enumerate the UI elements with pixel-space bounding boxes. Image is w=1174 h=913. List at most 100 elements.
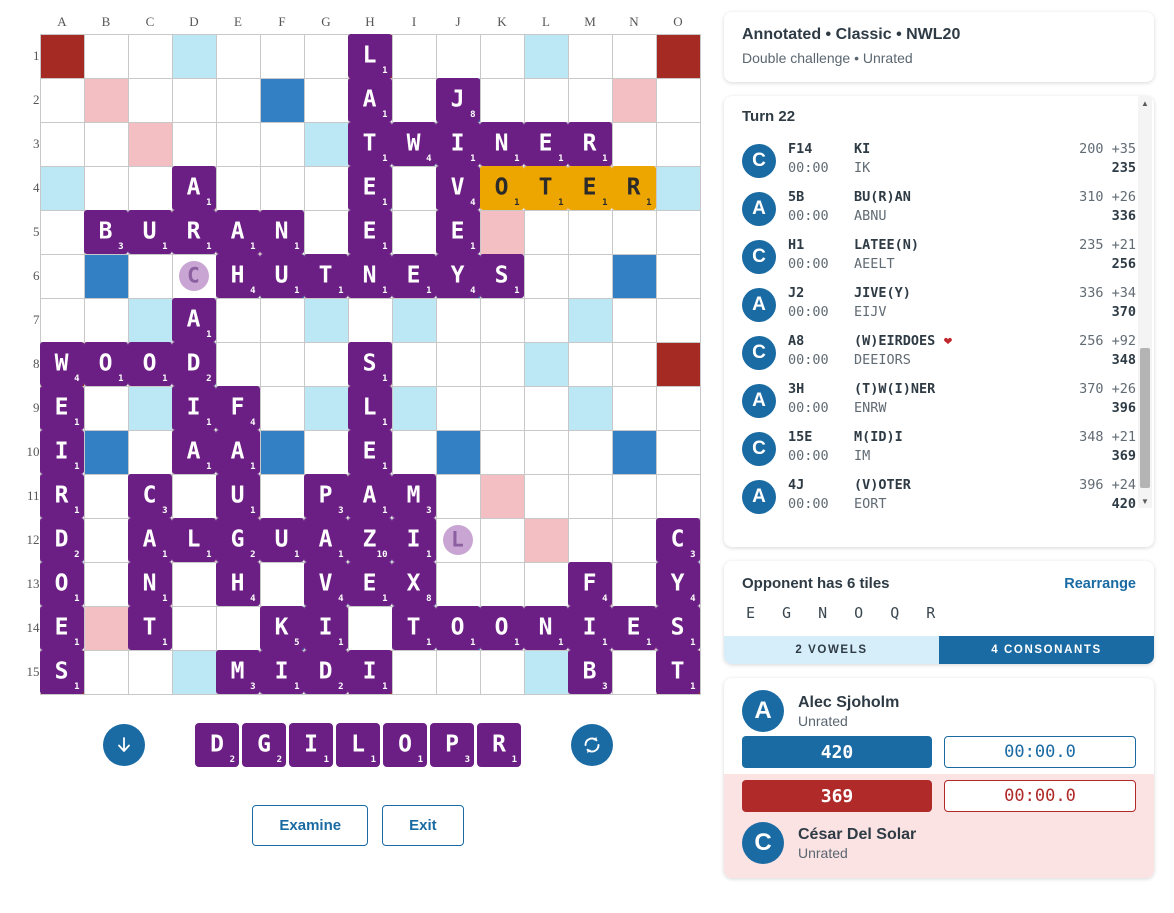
board-square-N8[interactable]: [611, 341, 657, 387]
board-tile-C8[interactable]: O1: [127, 341, 172, 386]
board-tile-M3[interactable]: R1: [567, 121, 612, 166]
board-tile-H15[interactable]: I1: [347, 649, 392, 694]
board-square-K2[interactable]: [479, 77, 525, 123]
board-square-N5[interactable]: [611, 209, 657, 255]
board-square-L13[interactable]: [523, 561, 569, 607]
board-square-L9[interactable]: [523, 385, 569, 431]
board-tile-I3[interactable]: W4: [391, 121, 436, 166]
move-row[interactable]: C A8 00:00 (W)EIRDOES ❤ DEEIORS 256 +92 348: [742, 327, 1136, 375]
board-tile-C14[interactable]: T1: [127, 605, 172, 650]
move-row[interactable]: A 3H 00:00 (T)W(I)NER ENRW 370 +26 396: [742, 375, 1136, 423]
board-square-F9[interactable]: [259, 385, 305, 431]
board-square-I9[interactable]: [391, 385, 437, 431]
board-tile-O15[interactable]: T1: [655, 649, 700, 694]
board-tile-E15[interactable]: M3: [215, 649, 260, 694]
board-tile-A15[interactable]: S1: [39, 649, 84, 694]
board-tile-J4[interactable]: V4: [435, 165, 480, 210]
board-square-B3[interactable]: [83, 121, 129, 167]
board-tile-M14[interactable]: I1: [567, 605, 612, 650]
board-tile-D5[interactable]: R1: [171, 209, 216, 254]
rack-tile-G[interactable]: G2: [242, 723, 286, 767]
board-square-N12[interactable]: [611, 517, 657, 563]
board-tile-D4[interactable]: A1: [171, 165, 216, 210]
board-square-I11[interactable]: M3: [391, 473, 437, 519]
board-square-G9[interactable]: [303, 385, 349, 431]
board-square-N14[interactable]: E1: [611, 605, 657, 651]
board-tile-H12[interactable]: Z 10: [347, 517, 392, 562]
board-tile-H1[interactable]: L1: [347, 33, 392, 78]
board-square-M1[interactable]: [567, 33, 613, 79]
board-square-J15[interactable]: [435, 649, 481, 695]
board-square-J2[interactable]: J8: [435, 77, 481, 123]
board-tile-A11[interactable]: R1: [39, 473, 84, 518]
board-square-B10[interactable]: [83, 429, 129, 475]
board-square-G10[interactable]: [303, 429, 349, 475]
board-square-H13[interactable]: E1: [347, 561, 393, 607]
board-square-D11[interactable]: [171, 473, 217, 519]
board-square-H3[interactable]: T1: [347, 121, 393, 167]
board-tile-O12[interactable]: C3: [655, 517, 700, 562]
board-square-K14[interactable]: O1: [479, 605, 525, 651]
board-square-J8[interactable]: [435, 341, 481, 387]
board-square-H7[interactable]: [347, 297, 393, 343]
board-square-M3[interactable]: R1: [567, 121, 613, 167]
board-square-I13[interactable]: X8: [391, 561, 437, 607]
board-square-O8[interactable]: [655, 341, 701, 387]
board-square-G4[interactable]: [303, 165, 349, 211]
board-square-O11[interactable]: [655, 473, 701, 519]
board-tile-L4[interactable]: T1: [523, 165, 568, 210]
board-square-M14[interactable]: I1: [567, 605, 613, 651]
board-square-K7[interactable]: [479, 297, 525, 343]
board-square-K11[interactable]: [479, 473, 525, 519]
board-square-E6[interactable]: H4: [215, 253, 261, 299]
board-square-N10[interactable]: [611, 429, 657, 475]
board-tile-G12[interactable]: A1: [303, 517, 348, 562]
board-square-D15[interactable]: [171, 649, 217, 695]
board-square-N15[interactable]: [611, 649, 657, 695]
board-square-L15[interactable]: [523, 649, 569, 695]
move-row[interactable]: C 15E 00:00 M(ID)I IM 348 +21 369: [742, 423, 1136, 471]
board-square-K5[interactable]: [479, 209, 525, 255]
board-tile-F15[interactable]: I1: [259, 649, 304, 694]
board-square-N7[interactable]: [611, 297, 657, 343]
board-square-H10[interactable]: E1: [347, 429, 393, 475]
board-square-M10[interactable]: [567, 429, 613, 475]
board-tile-D7[interactable]: A1: [171, 297, 216, 342]
move-row[interactable]: A 4J 00:00 (V)OTER EORT 396 +24 420: [742, 471, 1136, 519]
board-square-G8[interactable]: [303, 341, 349, 387]
board-square-O13[interactable]: Y4: [655, 561, 701, 607]
board-square-I12[interactable]: I1: [391, 517, 437, 563]
board-square-E3[interactable]: [215, 121, 261, 167]
board-square-F4[interactable]: [259, 165, 305, 211]
board-square-J6[interactable]: Y4: [435, 253, 481, 299]
board-square-C13[interactable]: N1: [127, 561, 173, 607]
board-square-C3[interactable]: [127, 121, 173, 167]
board-tile-J2[interactable]: J8: [435, 77, 480, 122]
board-tile-M4[interactable]: E1: [567, 165, 612, 210]
board-tile-E11[interactable]: U1: [215, 473, 260, 518]
board-square-L8[interactable]: [523, 341, 569, 387]
board-square-J1[interactable]: [435, 33, 481, 79]
board-tile-J14[interactable]: O1: [435, 605, 480, 650]
board-square-O15[interactable]: T1: [655, 649, 701, 695]
board-square-I5[interactable]: [391, 209, 437, 255]
board-tile-H3[interactable]: T1: [347, 121, 392, 166]
board-square-J4[interactable]: V4: [435, 165, 481, 211]
board-square-K6[interactable]: S1: [479, 253, 525, 299]
board-tile-I13[interactable]: X8: [391, 561, 436, 606]
board-square-A1[interactable]: [39, 33, 85, 79]
board-square-O1[interactable]: [655, 33, 701, 79]
board-tile-K3[interactable]: N1: [479, 121, 524, 166]
board-tile-H11[interactable]: A1: [347, 473, 392, 518]
rack-tile-I[interactable]: I1: [289, 723, 333, 767]
board-square-A3[interactable]: [39, 121, 85, 167]
board-square-K8[interactable]: [479, 341, 525, 387]
board-square-M7[interactable]: [567, 297, 613, 343]
board-square-B1[interactable]: [83, 33, 129, 79]
board-square-E2[interactable]: [215, 77, 261, 123]
board-square-C2[interactable]: [127, 77, 173, 123]
board-square-D10[interactable]: A1: [171, 429, 217, 475]
board-square-D6[interactable]: C0: [171, 253, 217, 299]
board-square-I1[interactable]: [391, 33, 437, 79]
board-tile-A9[interactable]: E1: [39, 385, 84, 430]
